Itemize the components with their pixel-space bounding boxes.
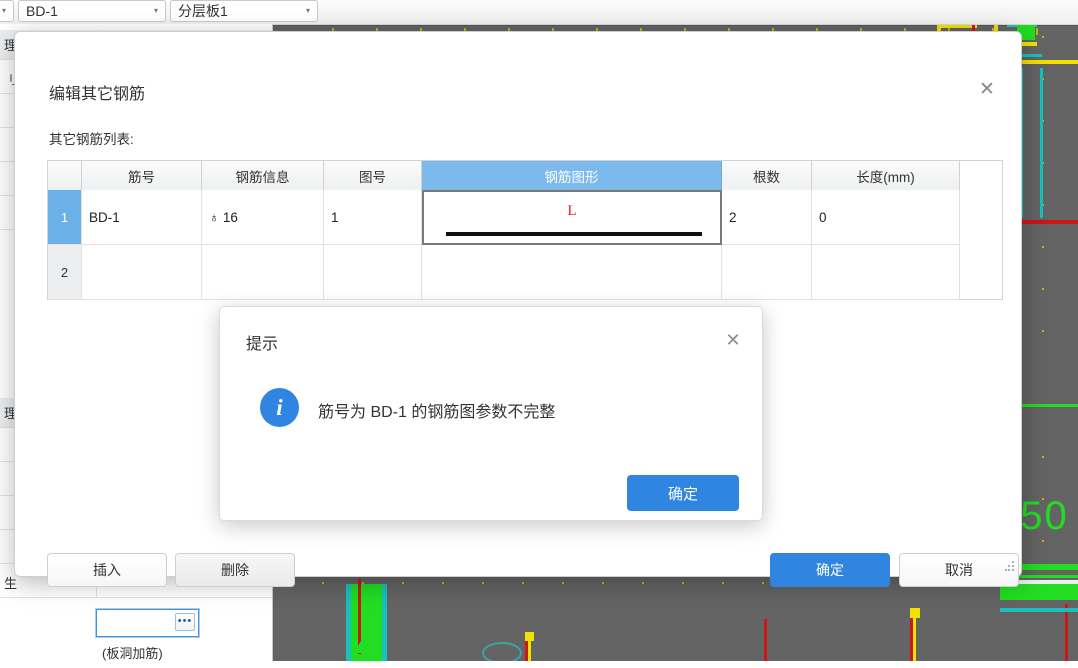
tip-dialog-title: 提示 <box>246 336 279 353</box>
cad-line <box>913 612 916 661</box>
chevron-down-icon: ▾ <box>1 6 6 15</box>
insert-button[interactable]: 插入 <box>47 553 167 587</box>
cad-grid-dot <box>482 582 484 584</box>
cad-grid-dot <box>1042 246 1044 248</box>
cad-ellipse <box>482 642 522 661</box>
rebar-shape-length-label: L <box>567 203 577 219</box>
cad-grid-dot <box>1042 540 1044 542</box>
toolbar-combo-layer-value: 分层板1 <box>178 3 228 19</box>
cad-line <box>764 619 767 661</box>
info-icon: i <box>260 388 299 427</box>
rebar-shape-bar <box>446 232 702 236</box>
dialog-cancel-button[interactable]: 取消 <box>899 553 1019 587</box>
cad-grid-dot <box>442 582 444 584</box>
cad-line <box>1065 604 1068 661</box>
table-column-header-5[interactable]: 根数 <box>722 161 812 191</box>
table-column-header-3[interactable]: 图号 <box>324 161 422 191</box>
table-column-header-1[interactable]: 筋号 <box>82 161 202 191</box>
ellipsis-button[interactable]: ••• <box>175 613 195 631</box>
chevron-down-icon: ▾ <box>305 6 310 15</box>
cad-grid-dot <box>1042 456 1044 458</box>
table-cell-jinhao[interactable]: BD-1 <box>82 190 202 245</box>
cad-line <box>1040 68 1043 218</box>
cad-axis-arrow <box>354 639 370 653</box>
property-grid-row-label: 生 <box>4 576 18 591</box>
table-column-header-2[interactable]: 钢筋信息 <box>202 161 324 191</box>
table-row-index[interactable]: 1 <box>48 190 82 245</box>
toolbar-combo-rebar-number-value: BD-1 <box>26 3 58 19</box>
property-value-editor[interactable]: ••• <box>95 608 200 638</box>
dialog-title: 编辑其它钢筋 <box>49 86 146 103</box>
cad-grid-dot <box>402 582 404 584</box>
cad-grid-dot <box>562 582 564 584</box>
cad-line <box>1036 28 1038 35</box>
dialog-ok-button[interactable]: 确定 <box>770 553 890 587</box>
cad-grid-dot <box>762 582 764 584</box>
table-cell-genshu[interactable]: 2 <box>722 190 812 245</box>
table-row[interactable]: 1 BD-1 ♁ 16 1 L 2 0 <box>48 190 1002 245</box>
rebar-shape-cell[interactable]: L <box>422 190 722 245</box>
chevron-down-icon: ▾ <box>153 6 158 15</box>
table-cell-changdu[interactable]: 0 <box>812 190 960 245</box>
cad-grid-dot <box>1042 36 1044 38</box>
table-row-index[interactable]: 2 <box>48 245 82 300</box>
cad-grid-dot <box>1042 288 1044 290</box>
cad-grid-dot <box>642 582 644 584</box>
table-row[interactable]: 2 <box>48 245 1002 300</box>
property-note-label: (板洞加筋) <box>102 646 163 661</box>
table-cell-gangjin_xinxi[interactable] <box>202 245 324 300</box>
table-column-header-0[interactable] <box>48 161 82 191</box>
toolbar-strip: ▾ BD-1 ▾ 分层板1 ▾ <box>0 0 1078 25</box>
cad-line <box>382 584 387 661</box>
table-cell-tuhao[interactable] <box>324 245 422 300</box>
cad-line <box>1000 608 1078 612</box>
table-column-header-6[interactable]: 长度(mm) <box>812 161 960 191</box>
tip-dialog: 提示 ✕ i 筋号为 BD-1 的钢筋图参数不完整 确定 <box>219 306 763 521</box>
rebar-shape-cell[interactable] <box>422 245 722 300</box>
cad-line <box>358 654 362 661</box>
resize-grip[interactable] <box>1005 561 1016 572</box>
cad-line <box>1000 592 1078 600</box>
table-cell-jinhao[interactable] <box>82 245 202 300</box>
toolbar-combo-first[interactable]: ▾ <box>0 0 14 22</box>
cad-grid-dot <box>322 582 324 584</box>
toolbar-combo-layer[interactable]: 分层板1 ▾ <box>170 0 318 22</box>
table-column-header-4[interactable]: 钢筋图形 <box>422 161 722 191</box>
toolbar-combo-rebar-number[interactable]: BD-1 ▾ <box>18 0 166 22</box>
dialog-subtitle: 其它钢筋列表: <box>49 132 134 147</box>
close-icon[interactable]: ✕ <box>973 76 1001 104</box>
cad-grid-dot <box>1042 330 1044 332</box>
cad-grid-dot <box>722 582 724 584</box>
cad-grid-dot <box>602 582 604 584</box>
other-rebar-table[interactable]: 筋号 钢筋信息 图号 钢筋图形 根数 长度(mm) 1 BD-1 ♁ 16 1 L 2 0 2 <box>47 160 1003 300</box>
delete-button[interactable]: 删除 <box>175 553 295 587</box>
close-icon[interactable]: ✕ <box>720 327 746 353</box>
cad-grid-dot <box>522 582 524 584</box>
tip-ok-button[interactable]: 确定 <box>627 475 739 511</box>
table-cell-gangjin_xinxi[interactable]: ♁ 16 <box>202 190 324 245</box>
table-cell-tuhao[interactable]: 1 <box>324 190 422 245</box>
tip-dialog-message: 筋号为 BD-1 的钢筋图参数不完整 <box>318 404 556 421</box>
cad-line <box>528 636 531 661</box>
table-header-row: 筋号 钢筋信息 图号 钢筋图形 根数 长度(mm) <box>48 160 1002 191</box>
table-cell-changdu[interactable] <box>812 245 960 300</box>
cad-line <box>346 584 351 661</box>
cad-grid-dot <box>682 582 684 584</box>
table-cell-genshu[interactable] <box>722 245 812 300</box>
